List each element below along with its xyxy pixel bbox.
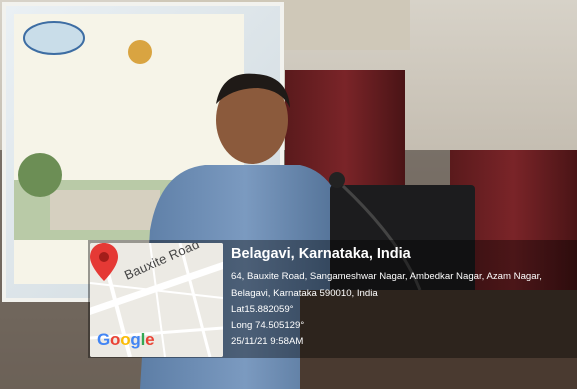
- photo: Bauxite Road Google Belagavi, Karnataka,…: [0, 0, 577, 389]
- location-pin-icon: [90, 243, 118, 281]
- latitude-text: Lat15.882059°: [231, 304, 294, 315]
- map-thumbnail[interactable]: Bauxite Road Google: [90, 243, 223, 357]
- datetime-text: 25/11/21 9:58AM: [231, 336, 304, 347]
- geotag-info: Belagavi, Karnataka, India 64, Bauxite R…: [231, 246, 571, 350]
- place-title: Belagavi, Karnataka, India: [231, 246, 411, 262]
- longitude-text: Long 74.505129°: [231, 320, 305, 331]
- google-logo: Google: [97, 330, 155, 349]
- address-text: 64, Bauxite Road, Sangameshwar Nagar, Am…: [231, 271, 542, 299]
